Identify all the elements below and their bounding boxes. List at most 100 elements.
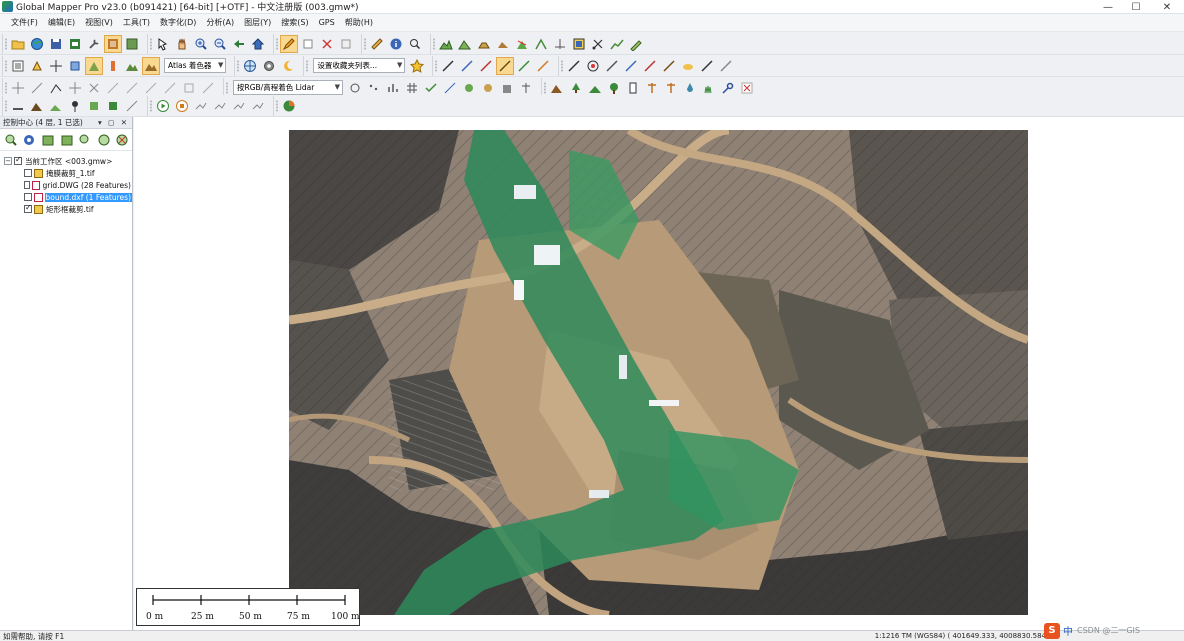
pan-hand-icon[interactable]: [173, 35, 191, 53]
workspace-node[interactable]: − 当前工作区 <003.gmw>: [4, 155, 132, 167]
export-icon[interactable]: [66, 35, 84, 53]
connect-icon[interactable]: [47, 79, 65, 97]
insert-feature-icon[interactable]: [299, 35, 317, 53]
edit-pencil-icon[interactable]: [280, 34, 298, 53]
layer-tool-icon[interactable]: [95, 131, 113, 149]
3d-texture-icon[interactable]: [104, 97, 122, 115]
hillshade-icon[interactable]: [85, 56, 103, 75]
workspace-checkbox[interactable]: [14, 155, 22, 165]
menu-view[interactable]: 视图(V): [80, 14, 118, 32]
config-wrench-icon[interactable]: [85, 35, 103, 53]
3d-fly-icon[interactable]: [47, 97, 65, 115]
panel-window-buttons[interactable]: ▾ ◻ ✕: [98, 118, 129, 127]
watershed-icon[interactable]: [494, 35, 512, 53]
home-icon[interactable]: [249, 35, 267, 53]
lidar-class-icon[interactable]: [441, 79, 459, 97]
search-by-attribute-icon[interactable]: [406, 35, 424, 53]
extract-buildings-icon[interactable]: [624, 79, 642, 97]
lidar-check-icon[interactable]: [422, 79, 440, 97]
menu-edit[interactable]: 编辑(E): [43, 14, 80, 32]
target-icon[interactable]: [584, 57, 602, 75]
crosshair-icon[interactable]: [47, 57, 65, 75]
3d-model-icon[interactable]: [85, 97, 103, 115]
track-icon[interactable]: [211, 97, 229, 115]
menu-gps[interactable]: GPS: [314, 14, 340, 32]
view-shed-icon[interactable]: [456, 35, 474, 53]
feature-attribute-icon[interactable]: [28, 57, 46, 75]
lidar-stats-icon[interactable]: [384, 79, 402, 97]
move-vertex-icon[interactable]: [9, 79, 27, 97]
menu-analysis[interactable]: 分析(A): [201, 14, 239, 32]
lidar-powerline-icon[interactable]: [517, 79, 535, 97]
menu-tools[interactable]: 工具(T): [118, 14, 155, 32]
layer-metadata-icon[interactable]: [58, 131, 76, 149]
layer-options-icon[interactable]: [21, 131, 39, 149]
menu-file[interactable]: 文件(F): [6, 14, 43, 32]
snap-icon[interactable]: [104, 79, 122, 97]
shader-mountains-icon[interactable]: [123, 57, 141, 75]
map-layout-icon[interactable]: [570, 35, 588, 53]
layer-list-icon[interactable]: [9, 57, 27, 75]
menu-help[interactable]: 帮助(H): [340, 14, 378, 32]
terrain-profile-icon[interactable]: [437, 35, 455, 53]
extract-trees-icon[interactable]: [567, 79, 585, 97]
lidar-options-icon[interactable]: [346, 79, 364, 97]
extract-poles-icon[interactable]: [643, 79, 661, 97]
zoom-out-icon[interactable]: [211, 35, 229, 53]
track-2-icon[interactable]: [230, 97, 248, 115]
lidar-building-icon[interactable]: [498, 79, 516, 97]
digitizer-select-icon[interactable]: [154, 35, 172, 53]
lidar-classify-icon[interactable]: [622, 57, 640, 75]
delete-icon[interactable]: [318, 35, 336, 53]
pie-chart-icon[interactable]: [280, 97, 298, 115]
lidar-eraser-icon[interactable]: [717, 57, 735, 75]
split-line-icon[interactable]: [477, 57, 495, 75]
path-profile-icon[interactable]: [551, 35, 569, 53]
layer-search-icon[interactable]: [76, 131, 94, 149]
reshape-icon[interactable]: [123, 79, 141, 97]
3d-pin-icon[interactable]: [66, 97, 84, 115]
satellite-imagery[interactable]: [289, 130, 1028, 615]
brush-orange-icon[interactable]: [534, 57, 552, 75]
lidar-line-icon[interactable]: [603, 57, 621, 75]
edit-vertices-icon[interactable]: [496, 56, 515, 75]
extract-water-icon[interactable]: [681, 79, 699, 97]
lidar-pencil-icon[interactable]: [698, 57, 716, 75]
3d-view-icon[interactable]: [66, 57, 84, 75]
layer-checkbox[interactable]: [24, 169, 32, 177]
shader-select[interactable]: Atlas 着色器 ▼: [164, 58, 227, 73]
contour-icon[interactable]: [532, 35, 550, 53]
layer-row[interactable]: 掩膜裁剪_1.tif: [4, 167, 132, 179]
feature-info-icon[interactable]: [387, 35, 405, 53]
scale-icon[interactable]: [161, 79, 179, 97]
move-feature-icon[interactable]: [66, 79, 84, 97]
line-of-sight-icon[interactable]: [513, 35, 531, 53]
globe-icon[interactable]: [28, 35, 46, 53]
back-arrow-icon[interactable]: [230, 35, 248, 53]
layer-row[interactable]: grid.DWG (28 Features): [4, 179, 132, 191]
track-3-icon[interactable]: [249, 97, 267, 115]
3d-brush-icon[interactable]: [123, 97, 141, 115]
create-line-icon[interactable]: [439, 57, 457, 75]
play-icon[interactable]: [154, 97, 172, 115]
add-vertex-icon[interactable]: [28, 79, 46, 97]
menu-search[interactable]: 搜索(S): [276, 14, 313, 32]
settings-gear-icon[interactable]: [260, 57, 278, 75]
lidar-color-select[interactable]: 按RGB/高程着色 Lidar ▼: [233, 80, 343, 95]
layer-row[interactable]: 矩形框裁剪.tif: [4, 203, 132, 215]
volume-icon[interactable]: [475, 35, 493, 53]
add-layer-icon[interactable]: [39, 131, 57, 149]
properties-icon[interactable]: [337, 35, 355, 53]
layer-checkbox[interactable]: [24, 193, 32, 201]
extract-ground-icon[interactable]: [586, 79, 604, 97]
collapse-toggle[interactable]: −: [4, 157, 12, 165]
lidar-ground-icon[interactable]: [460, 79, 478, 97]
brush-green-icon[interactable]: [515, 57, 533, 75]
draw-tool-icon[interactable]: [627, 35, 645, 53]
select-area-icon[interactable]: [180, 79, 198, 97]
web-globe-icon[interactable]: [241, 57, 259, 75]
create-elevation-grid-icon[interactable]: [608, 35, 626, 53]
zoom-to-layer-icon[interactable]: [2, 131, 20, 149]
minimize-button[interactable]: —: [1094, 0, 1122, 14]
extract-tree-canopy-icon[interactable]: [605, 79, 623, 97]
